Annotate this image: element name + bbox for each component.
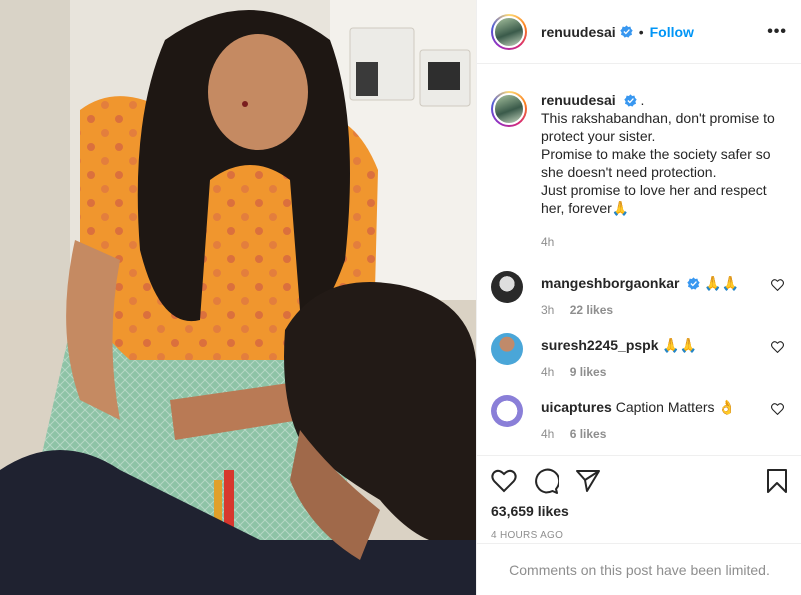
comment-text: 🙏🙏 xyxy=(704,275,740,291)
verified-badge-icon xyxy=(687,277,701,290)
caption-row: renuudesai . This rakshabandhan, don't p… xyxy=(491,65,788,251)
heart-icon[interactable] xyxy=(491,469,517,493)
comment-row: suresh2245_pspk 🙏🙏 4h 9 likes xyxy=(491,333,788,381)
author-username[interactable]: renuudesai xyxy=(541,24,616,40)
commenter-avatar[interactable] xyxy=(491,271,523,303)
comment-text: Caption Matters 👌 xyxy=(615,399,736,415)
comment-like-heart-icon[interactable] xyxy=(771,403,784,415)
comment-time[interactable]: 3h xyxy=(541,303,554,317)
comments-limited-notice: Comments on this post have been limited. xyxy=(477,543,801,595)
commenter-username[interactable]: suresh2245_pspk xyxy=(541,337,659,353)
verified-badge-icon xyxy=(620,25,633,38)
commenter-avatar[interactable] xyxy=(491,333,523,365)
caption-suffix: . xyxy=(640,92,645,108)
comment-likes[interactable]: 22 likes xyxy=(570,303,613,317)
caption-line: Just promise to love her and respect xyxy=(541,182,767,198)
caption-line: Promise to make the society safer so xyxy=(541,146,771,162)
post-timestamp[interactable]: 4 HOURS AGO xyxy=(491,530,788,541)
commenter-username[interactable]: mangeshborgaonkar xyxy=(541,275,679,291)
caption-time[interactable]: 4h xyxy=(541,235,554,249)
comment-row: uicaptures Caption Matters 👌 4h 6 likes xyxy=(491,395,788,443)
author-avatar[interactable] xyxy=(491,13,527,50)
likes-count[interactable]: 63,659 likes xyxy=(491,503,788,519)
more-options-icon[interactable]: ••• xyxy=(767,23,787,41)
post-header: renuudesai • Follow ••• xyxy=(477,0,801,64)
verified-badge-icon xyxy=(623,94,637,107)
commenter-avatar[interactable] xyxy=(491,395,523,427)
comment-like-heart-icon[interactable] xyxy=(771,279,784,291)
comment-icon[interactable] xyxy=(533,468,559,494)
caption-text: renuudesai . This rakshabandhan, don't p… xyxy=(541,91,781,251)
header-separator: • xyxy=(638,23,644,40)
post-actions: 63,659 likes 4 HOURS AGO xyxy=(477,455,801,541)
paper-plane-icon[interactable] xyxy=(575,469,601,493)
caption-avatar[interactable] xyxy=(491,91,527,127)
post-side-panel: renuudesai • Follow ••• renuudesai . Thi… xyxy=(476,0,801,595)
comment-likes[interactable]: 6 likes xyxy=(570,427,607,441)
follow-button[interactable]: Follow xyxy=(650,24,694,40)
bookmark-icon[interactable] xyxy=(766,468,788,494)
comment-time[interactable]: 4h xyxy=(541,427,554,441)
comment-like-heart-icon[interactable] xyxy=(771,341,784,353)
caption-username[interactable]: renuudesai xyxy=(541,92,616,108)
comment-likes[interactable]: 9 likes xyxy=(570,365,607,379)
comment-text: 🙏🙏 xyxy=(662,337,698,353)
comment-row: mangeshborgaonkar 🙏🙏 3h 22 likes xyxy=(491,271,788,319)
post-photo[interactable] xyxy=(0,0,476,595)
caption-line: protect your sister. xyxy=(541,128,656,144)
caption-line: This rakshabandhan, don't promise to xyxy=(541,110,775,126)
caption-line: she doesn't need protection. xyxy=(541,164,717,180)
caption-line: her, forever🙏 xyxy=(541,200,630,216)
commenter-username[interactable]: uicaptures xyxy=(541,399,612,415)
comments-scroll-area[interactable]: renuudesai . This rakshabandhan, don't p… xyxy=(477,65,801,455)
comment-time[interactable]: 4h xyxy=(541,365,554,379)
